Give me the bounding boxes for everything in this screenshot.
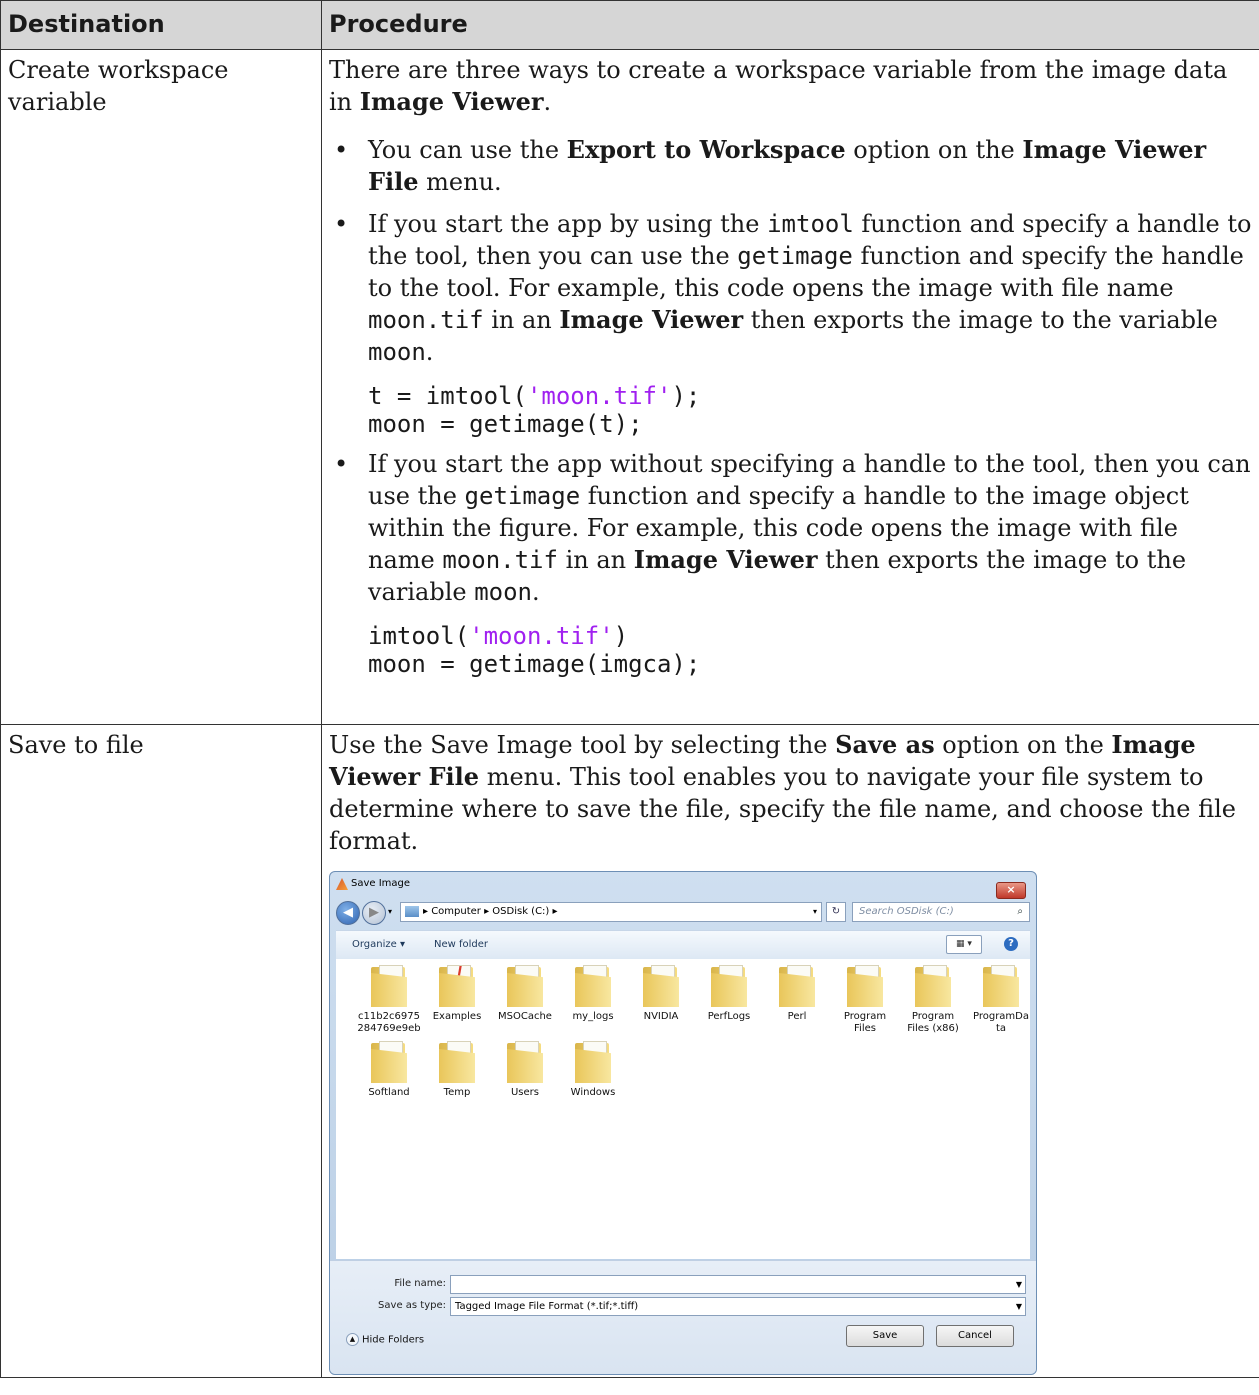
help-icon[interactable]: ?: [1004, 937, 1018, 951]
code-block: imtool('moon.tif') moon = getimage(imgca…: [368, 622, 701, 678]
list-item: • If you start the app by using the imtoo…: [334, 210, 1252, 438]
matlab-logo-icon: [336, 878, 348, 890]
search-icon[interactable]: ⌕: [1017, 903, 1023, 921]
history-dropdown-icon[interactable]: ▾: [388, 906, 392, 918]
table-row: Create workspace variable There are thre…: [0, 49, 1259, 725]
header-destination: Destination: [0, 0, 322, 50]
list-item: • If you start the app without specifying…: [334, 450, 1251, 678]
row1-destination: Create workspace variable: [0, 49, 322, 725]
folder-item[interactable]: Program Files: [832, 965, 898, 1035]
folder-icon: [571, 1041, 615, 1083]
folder-icon: [775, 965, 819, 1007]
folder-item[interactable]: NVIDIA: [628, 965, 694, 1023]
folder-label: Perl: [787, 1011, 807, 1022]
folder-item[interactable]: Windows: [560, 1041, 626, 1099]
refresh-icon[interactable]: ↻: [826, 902, 846, 922]
save-image-dialog: Save Image × ◀ ▶ ▾ ▸ Computer ▸ OSDisk (…: [329, 871, 1037, 1375]
folder-label: c11b2c6975 284769e9eb: [357, 1011, 421, 1034]
dialog-toolbar: Organize ▾ New folder ▦ ▾ ?: [336, 930, 1030, 960]
folder-icon: [435, 965, 479, 1007]
folder-label: PerfLogs: [707, 1011, 751, 1022]
dialog-footer: File name: ▼ Save as type: Tagged Image …: [330, 1260, 1036, 1374]
row2-procedure: Use the Save Image tool by selecting the…: [321, 724, 1259, 1378]
file-list: c11b2c6975 284769e9eb Examples MSOCache my_…: [336, 959, 1030, 1259]
folder-icon: [367, 965, 411, 1007]
folder-label: NVIDIA: [643, 1011, 679, 1022]
address-bar[interactable]: ▸ Computer ▸ OSDisk (C:) ▸ ▾: [400, 902, 822, 922]
back-arrow-icon[interactable]: ◀: [336, 901, 360, 925]
list-item: • You can use the Export to Workspace opt…: [334, 135, 1207, 196]
save-button[interactable]: Save: [846, 1325, 924, 1347]
organize-menu[interactable]: Organize ▾: [352, 939, 405, 951]
folder-label: Temp: [443, 1087, 471, 1098]
save-type-select[interactable]: Tagged Image File Format (*.tif;*.tiff) ▼: [450, 1297, 1026, 1316]
computer-icon: [405, 905, 419, 917]
folder-label: ProgramDa ta: [972, 1011, 1030, 1034]
header-procedure: Procedure: [321, 0, 1259, 50]
documentation-table: Destination Procedure Create workspace v…: [0, 0, 1259, 1378]
dialog-titlebar: Save Image ×: [336, 878, 1030, 899]
chevron-down-icon[interactable]: ▼: [1016, 1276, 1022, 1293]
folder-icon: [639, 965, 683, 1007]
file-name-field[interactable]: ▼: [450, 1275, 1026, 1294]
folder-item[interactable]: my_logs: [560, 965, 626, 1023]
folder-item[interactable]: Softland: [356, 1041, 422, 1099]
methods-list: • You can use the Export to Workspace opt…: [329, 134, 1252, 678]
folder-item[interactable]: PerfLogs: [696, 965, 762, 1023]
hide-folders-button[interactable]: ▲ Hide Folders: [346, 1333, 424, 1347]
code-block: t = imtool('moon.tif'); moon = getimage(…: [368, 382, 701, 438]
folder-label: my_logs: [572, 1011, 614, 1022]
folder-item[interactable]: Temp: [424, 1041, 490, 1099]
save-type-label: Save as type:: [378, 1300, 446, 1311]
folder-label: Program Files: [843, 1011, 887, 1034]
folder-icon: [571, 965, 615, 1007]
folder-label: Examples: [432, 1011, 482, 1022]
folder-item[interactable]: MSOCache: [492, 965, 558, 1023]
table-row: Save to file Use the Save Image tool by …: [0, 724, 1259, 1378]
chevron-up-icon: ▲: [346, 1333, 359, 1346]
header-row: Destination Procedure: [0, 0, 1259, 50]
folder-label: Program Files (x86): [907, 1011, 959, 1034]
new-folder-button[interactable]: New folder: [434, 939, 488, 951]
folder-label: Users: [510, 1087, 539, 1098]
folder-item[interactable]: Program Files (x86): [900, 965, 966, 1035]
save-paragraph: Use the Save Image tool by selecting the…: [329, 730, 1236, 855]
folder-item[interactable]: ProgramDa ta: [968, 965, 1034, 1035]
folder-icon: [435, 1041, 479, 1083]
forward-arrow-icon[interactable]: ▶: [362, 901, 386, 925]
search-input[interactable]: Search OSDisk (C:) ⌕: [852, 902, 1030, 922]
address-row: ◀ ▶ ▾ ▸ Computer ▸ OSDisk (C:) ▸ ▾ ↻ Sear…: [336, 900, 1030, 925]
folder-label: Softland: [368, 1087, 410, 1098]
folder-item[interactable]: c11b2c6975 284769e9eb: [356, 965, 422, 1035]
folder-icon: [979, 965, 1023, 1007]
folder-icon: [707, 965, 751, 1007]
folder-item[interactable]: Examples: [424, 965, 490, 1023]
chevron-down-icon[interactable]: ▾: [813, 903, 817, 921]
cancel-button[interactable]: Cancel: [936, 1325, 1014, 1347]
folder-item[interactable]: Perl: [764, 965, 830, 1023]
folder-icon: [367, 1041, 411, 1083]
row1-procedure: There are three ways to create a workspa…: [321, 49, 1259, 725]
dialog-title: Save Image: [351, 878, 411, 889]
folder-icon: [911, 965, 955, 1007]
view-options-icon[interactable]: ▦ ▾: [946, 935, 982, 954]
chevron-down-icon[interactable]: ▼: [1016, 1298, 1022, 1315]
folder-label: Windows: [570, 1087, 616, 1098]
file-name-label: File name:: [394, 1278, 446, 1289]
folder-icon: [843, 965, 887, 1007]
intro-paragraph: There are three ways to create a workspa…: [329, 56, 1228, 116]
close-button[interactable]: ×: [996, 882, 1026, 899]
folder-item[interactable]: Users: [492, 1041, 558, 1099]
folder-icon: [503, 1041, 547, 1083]
folder-icon: [503, 965, 547, 1007]
folder-label: MSOCache: [498, 1011, 552, 1022]
row2-destination: Save to file: [0, 724, 322, 1378]
